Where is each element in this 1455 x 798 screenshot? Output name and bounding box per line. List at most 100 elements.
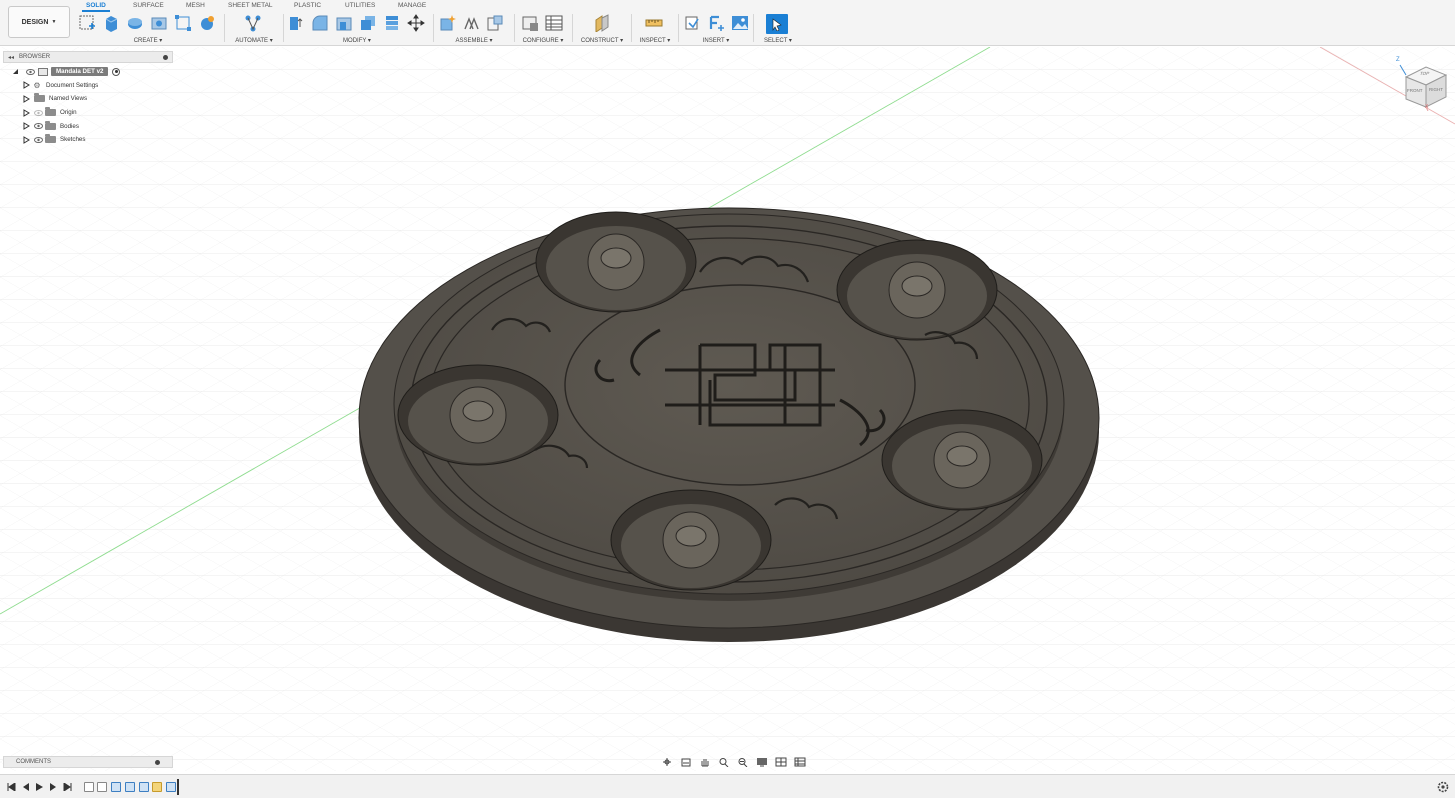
extrude-icon[interactable]	[102, 14, 120, 32]
chamfer-icon[interactable]	[335, 14, 353, 32]
workspace-switcher[interactable]: DESIGN ▼	[8, 6, 70, 38]
orbit-icon[interactable]	[660, 756, 674, 768]
construct-label[interactable]: CONSTRUCT	[581, 38, 619, 44]
mandala-model[interactable]	[358, 207, 1100, 642]
pin-icon[interactable]	[155, 759, 160, 765]
revolve-icon[interactable]	[126, 14, 144, 32]
timeline-extrude-feature[interactable]	[139, 782, 149, 792]
timeline-sketch-feature[interactable]	[97, 782, 107, 792]
viewports-icon[interactable]	[793, 756, 807, 768]
select-cursor-icon[interactable]	[766, 14, 788, 34]
browser-header[interactable]: ◂◂ BROWSER	[3, 51, 173, 63]
collapse-arrows-icon[interactable]: ◂◂	[8, 54, 14, 61]
select-label[interactable]: SELECT	[764, 38, 787, 44]
play-icon[interactable]	[34, 782, 44, 792]
expand-triangle-icon[interactable]	[22, 81, 30, 90]
expand-triangle-icon[interactable]	[11, 68, 19, 76]
folder-icon	[45, 107, 56, 117]
workspace-label: DESIGN	[21, 18, 49, 26]
viewcube-right-label: RIGHT	[1429, 87, 1443, 92]
timeline-pattern-feature[interactable]	[152, 782, 162, 792]
tab-plastic[interactable]: PLASTIC	[294, 0, 321, 11]
create-label[interactable]: CREATE	[134, 38, 158, 44]
tab-solid[interactable]: SOLID	[82, 0, 110, 12]
configure-label[interactable]: CONFIGURE	[523, 38, 559, 44]
automate-label[interactable]: AUTOMATE	[235, 38, 268, 44]
tab-manage[interactable]: MANAGE	[398, 0, 426, 11]
grid-settings-icon[interactable]	[774, 756, 788, 768]
timeline-extrude-feature[interactable]	[125, 782, 135, 792]
step-forward-icon[interactable]	[48, 782, 58, 792]
automate-icon[interactable]	[244, 14, 262, 32]
shell-icon[interactable]	[359, 14, 377, 32]
fit-icon[interactable]	[736, 756, 750, 768]
as-built-joint-icon[interactable]	[486, 14, 504, 32]
timeline-combine-feature[interactable]	[166, 782, 176, 792]
combine-icon[interactable]	[383, 14, 401, 32]
browser-item-origin[interactable]: Origin	[11, 106, 173, 120]
modify-group: MODIFY ▾	[287, 12, 429, 44]
browser-item-label: Origin	[60, 109, 77, 117]
lotus-pocket-left	[397, 364, 559, 466]
browser-root[interactable]: Mandala DET v2	[11, 65, 173, 79]
tab-sheet-metal[interactable]: SHEET METAL	[228, 0, 273, 11]
measure-icon[interactable]	[645, 14, 663, 32]
root-document-name[interactable]: Mandala DET v2	[51, 67, 109, 77]
browser-item-document-settings[interactable]: ⚙ Document Settings	[11, 79, 173, 93]
browser-item-sketches[interactable]: Sketches	[11, 133, 173, 147]
zoom-icon[interactable]	[717, 756, 731, 768]
go-to-start-icon[interactable]	[6, 782, 16, 792]
hole-icon[interactable]	[150, 14, 168, 32]
activate-radio-icon[interactable]	[112, 67, 121, 76]
create-form-icon[interactable]	[198, 14, 216, 32]
browser-item-bodies[interactable]: Bodies	[11, 119, 173, 133]
pin-icon[interactable]	[163, 54, 168, 60]
canvas-viewport[interactable]: Z TOP FRONT RIGHT X	[0, 47, 1455, 771]
joint-icon[interactable]	[462, 14, 480, 32]
press-pull-icon[interactable]	[287, 14, 305, 32]
assemble-group: ASSEMBLE ▾	[438, 12, 510, 44]
timeline-settings-gear-icon[interactable]	[1437, 781, 1449, 793]
go-to-end-icon[interactable]	[62, 782, 72, 792]
step-back-icon[interactable]	[20, 782, 30, 792]
pattern-icon[interactable]	[174, 14, 192, 32]
comments-panel[interactable]: COMMENTS	[3, 756, 173, 768]
hidden-eye-icon[interactable]	[33, 109, 43, 116]
expand-triangle-icon[interactable]	[22, 135, 30, 144]
configuration-table-icon[interactable]	[545, 14, 563, 32]
timeline-sketch-feature[interactable]	[84, 782, 94, 792]
display-settings-icon[interactable]	[755, 756, 769, 768]
visibility-eye-icon[interactable]	[33, 123, 43, 130]
look-at-icon[interactable]	[679, 756, 693, 768]
viewcube[interactable]: Z TOP FRONT RIGHT X	[1392, 57, 1448, 111]
timeline-marker[interactable]	[177, 779, 179, 795]
insert-mesh-icon[interactable]	[707, 14, 725, 32]
pan-hand-icon[interactable]	[698, 756, 712, 768]
lotus-pocket-right	[881, 409, 1043, 511]
browser-item-named-views[interactable]: Named Views	[11, 92, 173, 106]
fillet-icon[interactable]	[311, 14, 329, 32]
move-copy-icon[interactable]	[407, 14, 425, 32]
offset-plane-icon[interactable]	[593, 14, 611, 32]
expand-triangle-icon[interactable]	[22, 108, 30, 117]
browser-title: BROWSER	[19, 54, 51, 60]
modify-label[interactable]: MODIFY	[343, 38, 366, 44]
tab-utilities[interactable]: UTILITIES	[345, 0, 375, 11]
expand-triangle-icon[interactable]	[22, 95, 30, 103]
visibility-eye-icon[interactable]	[25, 68, 35, 75]
visibility-eye-icon[interactable]	[33, 136, 43, 143]
inspect-group: INSPECT ▾	[635, 12, 675, 44]
configure-icon[interactable]	[521, 14, 539, 32]
create-sketch-icon[interactable]	[78, 14, 96, 32]
tab-surface[interactable]: SURFACE	[133, 0, 164, 11]
inspect-label[interactable]: INSPECT	[640, 38, 666, 44]
create-group: CREATE ▾	[78, 12, 220, 44]
new-component-icon[interactable]	[438, 14, 456, 32]
tab-mesh[interactable]: MESH	[186, 0, 205, 11]
insert-label[interactable]: INSERT	[703, 38, 725, 44]
expand-triangle-icon[interactable]	[22, 122, 30, 131]
timeline-extrude-feature[interactable]	[111, 782, 121, 792]
insert-canvas-icon[interactable]	[731, 14, 749, 32]
assemble-label[interactable]: ASSEMBLE	[455, 38, 487, 44]
insert-derive-icon[interactable]	[683, 14, 701, 32]
